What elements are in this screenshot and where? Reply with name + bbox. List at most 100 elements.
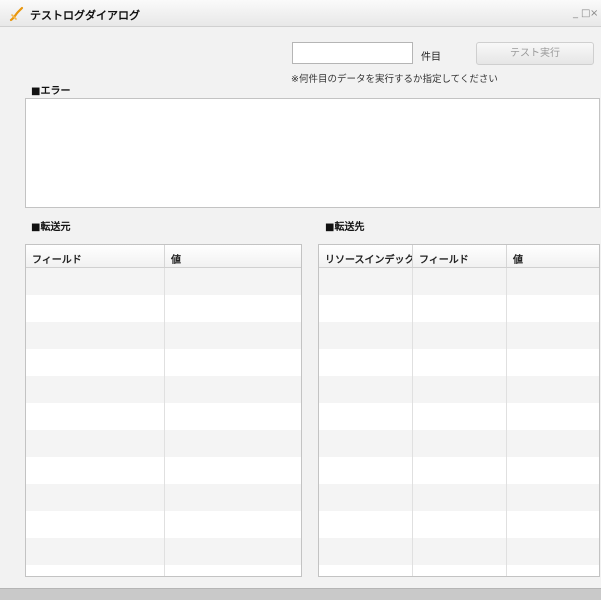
table-cell (319, 349, 413, 376)
source-grid-header: フィールド 値 (26, 245, 301, 268)
table-row[interactable] (319, 484, 599, 511)
dest-column-resource-index[interactable]: リソースインデックス (319, 245, 413, 267)
table-cell (165, 484, 301, 511)
table-row[interactable] (26, 457, 301, 484)
table-cell (507, 430, 599, 457)
table-cell (413, 322, 507, 349)
source-section-label: ■転送元 (31, 222, 71, 233)
table-cell (165, 538, 301, 565)
close-button[interactable]: × (590, 8, 599, 19)
table-cell (165, 565, 301, 576)
table-row[interactable] (319, 349, 599, 376)
table-cell (319, 376, 413, 403)
table-cell (26, 322, 165, 349)
dest-grid-body (319, 268, 599, 576)
run-test-button[interactable]: テスト実行 (476, 42, 594, 65)
table-cell (507, 403, 599, 430)
table-cell (413, 403, 507, 430)
table-cell (165, 295, 301, 322)
table-cell (413, 430, 507, 457)
table-cell (26, 349, 165, 376)
table-cell (319, 403, 413, 430)
table-row[interactable] (26, 484, 301, 511)
table-row[interactable] (26, 511, 301, 538)
table-cell (165, 403, 301, 430)
table-cell (507, 322, 599, 349)
table-cell (413, 484, 507, 511)
window-title: テストログダイアログ (30, 9, 140, 22)
table-cell (507, 538, 599, 565)
maximize-button[interactable]: □ (581, 8, 590, 19)
table-cell (413, 349, 507, 376)
table-cell (319, 430, 413, 457)
table-cell (26, 484, 165, 511)
source-column-field[interactable]: フィールド (26, 245, 165, 267)
table-cell (165, 376, 301, 403)
table-row[interactable] (26, 295, 301, 322)
window-controls: _□× (572, 8, 599, 19)
table-cell (165, 268, 301, 295)
table-cell (413, 295, 507, 322)
table-row[interactable] (319, 565, 599, 576)
table-cell (319, 268, 413, 295)
dest-column-value[interactable]: 値 (507, 245, 599, 267)
dest-grid-header: リソースインデックス フィールド 値 (319, 245, 599, 268)
status-bar (0, 588, 601, 600)
table-cell (507, 295, 599, 322)
table-row[interactable] (26, 376, 301, 403)
dest-column-field[interactable]: フィールド (413, 245, 507, 267)
table-row[interactable] (26, 349, 301, 376)
table-row[interactable] (319, 511, 599, 538)
table-cell (413, 376, 507, 403)
table-cell (26, 268, 165, 295)
table-row[interactable] (319, 457, 599, 484)
table-cell (26, 403, 165, 430)
table-row[interactable] (26, 268, 301, 295)
table-row[interactable] (26, 538, 301, 565)
table-cell (165, 322, 301, 349)
table-cell (507, 511, 599, 538)
table-cell (165, 430, 301, 457)
table-cell (413, 457, 507, 484)
table-cell (319, 538, 413, 565)
table-cell (26, 511, 165, 538)
source-column-value[interactable]: 値 (165, 245, 301, 267)
table-cell (319, 457, 413, 484)
table-cell (26, 295, 165, 322)
table-row[interactable] (26, 403, 301, 430)
table-row[interactable] (26, 322, 301, 349)
record-number-input[interactable] (292, 42, 413, 64)
table-row[interactable] (319, 403, 599, 430)
record-number-hint: ※何件目のデータを実行するか指定してください (291, 74, 498, 85)
table-cell (413, 268, 507, 295)
table-cell (26, 538, 165, 565)
table-row[interactable] (319, 322, 599, 349)
dest-section-label: ■転送先 (325, 222, 365, 233)
table-row[interactable] (319, 376, 599, 403)
table-row[interactable] (26, 565, 301, 576)
table-row[interactable] (319, 268, 599, 295)
table-cell (507, 565, 599, 576)
table-cell (507, 268, 599, 295)
table-cell (165, 457, 301, 484)
table-cell (319, 511, 413, 538)
table-row[interactable] (319, 430, 599, 457)
table-cell (413, 511, 507, 538)
table-row[interactable] (319, 538, 599, 565)
table-cell (507, 484, 599, 511)
table-cell (165, 511, 301, 538)
table-cell (165, 349, 301, 376)
error-section-label: ■エラー (31, 86, 71, 97)
minimize-button[interactable]: _ (572, 8, 581, 19)
table-cell (319, 565, 413, 576)
source-grid[interactable]: フィールド 値 (25, 244, 302, 577)
table-row[interactable] (26, 430, 301, 457)
table-cell (507, 457, 599, 484)
table-row[interactable] (319, 295, 599, 322)
title-bar: テストログダイアログ _□× (0, 0, 601, 27)
source-grid-body (26, 268, 301, 576)
dest-grid[interactable]: リソースインデックス フィールド 値 (318, 244, 600, 577)
table-cell (26, 430, 165, 457)
app-logo-icon (9, 6, 24, 22)
error-output-area[interactable] (25, 98, 600, 208)
